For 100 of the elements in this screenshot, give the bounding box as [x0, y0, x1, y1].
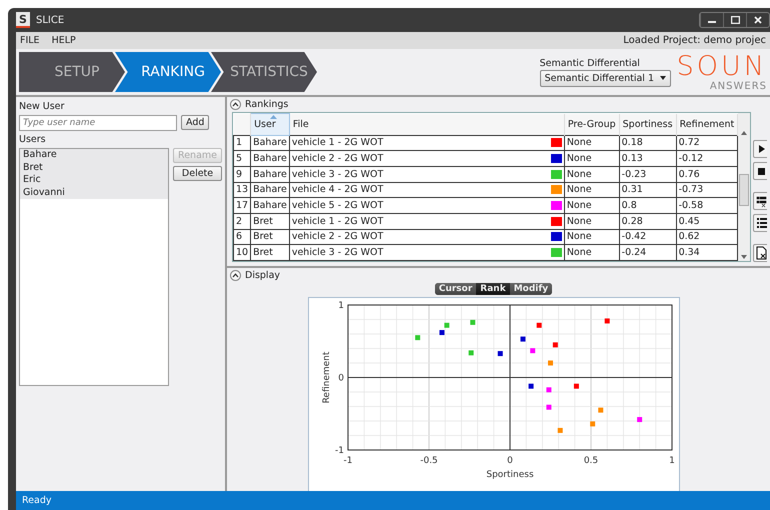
menu-item[interactable]: HELP	[52, 35, 76, 46]
field-label: New User	[19, 101, 66, 112]
table-cell: vehicle 2 - 2G WOT	[292, 153, 384, 164]
user-item[interactable]: Giovanni	[20, 186, 168, 199]
table-cell: 0.13	[619, 150, 676, 166]
scrollbar[interactable]	[738, 113, 750, 261]
dropdown-caret-icon	[660, 76, 666, 80]
table-cell: -0.58	[676, 198, 738, 214]
table-cell: None	[564, 166, 620, 182]
table-cell: 5	[234, 150, 251, 166]
column-header[interactable]	[234, 114, 251, 136]
field-label: Users	[19, 134, 47, 145]
table-cell: 0.34	[676, 244, 738, 260]
table-cell: vehicle 1 - 2G WOT	[292, 137, 384, 148]
tick-label: -0.5	[420, 456, 438, 466]
step-tab[interactable]: STATISTICS	[211, 52, 317, 92]
table-cell: -0.12	[676, 150, 738, 166]
step-tab[interactable]: SETUP	[19, 52, 125, 92]
axis-title: Refinement	[322, 352, 332, 404]
table-cell: Bahare	[250, 150, 290, 166]
table-cell: 2	[234, 213, 251, 230]
document-delete-icon[interactable]	[753, 244, 768, 262]
user-item[interactable]: Eric	[20, 174, 168, 186]
sort-arrow-icon	[270, 115, 277, 119]
table-cell: Bret	[250, 244, 290, 260]
table-cell: Bahare	[250, 166, 290, 182]
table-cell: Bret	[250, 213, 290, 230]
table-cell: vehicle 5 - 2G WOT	[292, 200, 384, 212]
table-cell: 9	[234, 166, 251, 182]
status-text: Ready	[22, 495, 52, 506]
step-tab[interactable]: RANKING	[115, 52, 221, 92]
table-cell: vehicle 3 - 2G WOT	[292, 247, 384, 258]
table-cell: 13	[234, 182, 251, 198]
user-name-field[interactable]: Type user name	[19, 115, 177, 131]
table-cell: 6	[234, 229, 251, 245]
user-item[interactable]: Bret	[20, 162, 168, 174]
table-cell: -0.73	[676, 182, 738, 198]
table-cell: -0.24	[619, 244, 676, 260]
window-title: SLICE	[36, 14, 64, 26]
tick-label: -1	[343, 456, 352, 466]
list-icon[interactable]	[753, 214, 768, 232]
tick-label: 0.5	[583, 456, 598, 466]
table-cell: vehicle 2 - 2G WOT	[292, 231, 384, 242]
section-title: Display	[245, 270, 280, 281]
menu-item[interactable]: FILE	[20, 35, 40, 46]
collapse-icon[interactable]	[230, 270, 241, 281]
column-header[interactable]: Pre-Group	[564, 114, 620, 136]
table-cell: None	[564, 150, 620, 166]
list-delete-icon[interactable]	[753, 192, 768, 210]
table-cell: -0.42	[619, 229, 676, 245]
table-cell: Bahare	[250, 198, 290, 214]
table-cell: None	[564, 244, 620, 260]
column-header[interactable]: Refinement	[676, 114, 738, 136]
tick-label: -1	[334, 446, 344, 456]
table-cell: Bahare	[250, 135, 290, 151]
tick-label: 0	[506, 456, 512, 466]
mode-tab[interactable]: Modify	[510, 283, 552, 295]
table-cell: 0.18	[619, 135, 676, 151]
axis-title: Sportiness	[486, 470, 534, 480]
table-cell: None	[564, 135, 620, 151]
table-cell: vehicle 1 - 2G WOT	[292, 216, 384, 227]
semantic-differential-dropdown[interactable]: Semantic Differential 1	[540, 70, 671, 86]
tick-label: 0	[338, 374, 344, 384]
table-cell: None	[564, 229, 620, 245]
logo-wordmark: SOUN	[679, 52, 767, 80]
table-cell: 0.72	[676, 135, 738, 151]
tick-label: 1	[668, 456, 674, 466]
table-cell: vehicle 4 - 2G WOT	[292, 184, 384, 196]
scroll-up-icon[interactable]	[741, 131, 748, 135]
scrollbar-thumb[interactable]	[739, 174, 750, 206]
add-button[interactable]: Add	[181, 115, 210, 130]
user-item[interactable]: Bahare	[20, 149, 168, 162]
collapse-icon[interactable]	[230, 99, 241, 110]
table-cell: -0.23	[619, 166, 676, 182]
play-icon[interactable]	[753, 140, 768, 158]
table-cell: Bret	[250, 229, 290, 245]
column-header[interactable]: Sportiness	[619, 114, 676, 136]
stop-icon[interactable]	[753, 162, 768, 180]
app-icon: S	[16, 12, 30, 28]
loaded-project-label: Loaded Project: demo projec	[623, 35, 766, 46]
table-cell: None	[564, 213, 620, 230]
field-label: Semantic Differential	[540, 58, 641, 68]
mode-tab[interactable]: Rank	[476, 283, 510, 295]
table-cell: 17	[234, 198, 251, 214]
user-action-button[interactable]: Delete	[173, 166, 222, 181]
table-cell: 0.8	[619, 198, 676, 214]
table-cell: vehicle 3 - 2G WOT	[292, 168, 384, 180]
table-cell: 10	[234, 244, 251, 260]
scroll-down-icon[interactable]	[741, 255, 748, 259]
column-header[interactable]: File	[289, 114, 564, 136]
table-cell: Bahare	[250, 182, 290, 198]
table-cell: None	[564, 198, 620, 214]
mode-tab[interactable]: Cursor	[434, 283, 476, 295]
table-cell: 0.28	[619, 213, 676, 230]
logo-tagline: ANSWERS	[710, 80, 767, 92]
tick-label: 1	[338, 301, 344, 311]
table-cell: 0.31	[619, 182, 676, 198]
section-title: Rankings	[245, 99, 288, 110]
table-cell: None	[564, 182, 620, 198]
column-header[interactable]: User	[250, 114, 290, 136]
